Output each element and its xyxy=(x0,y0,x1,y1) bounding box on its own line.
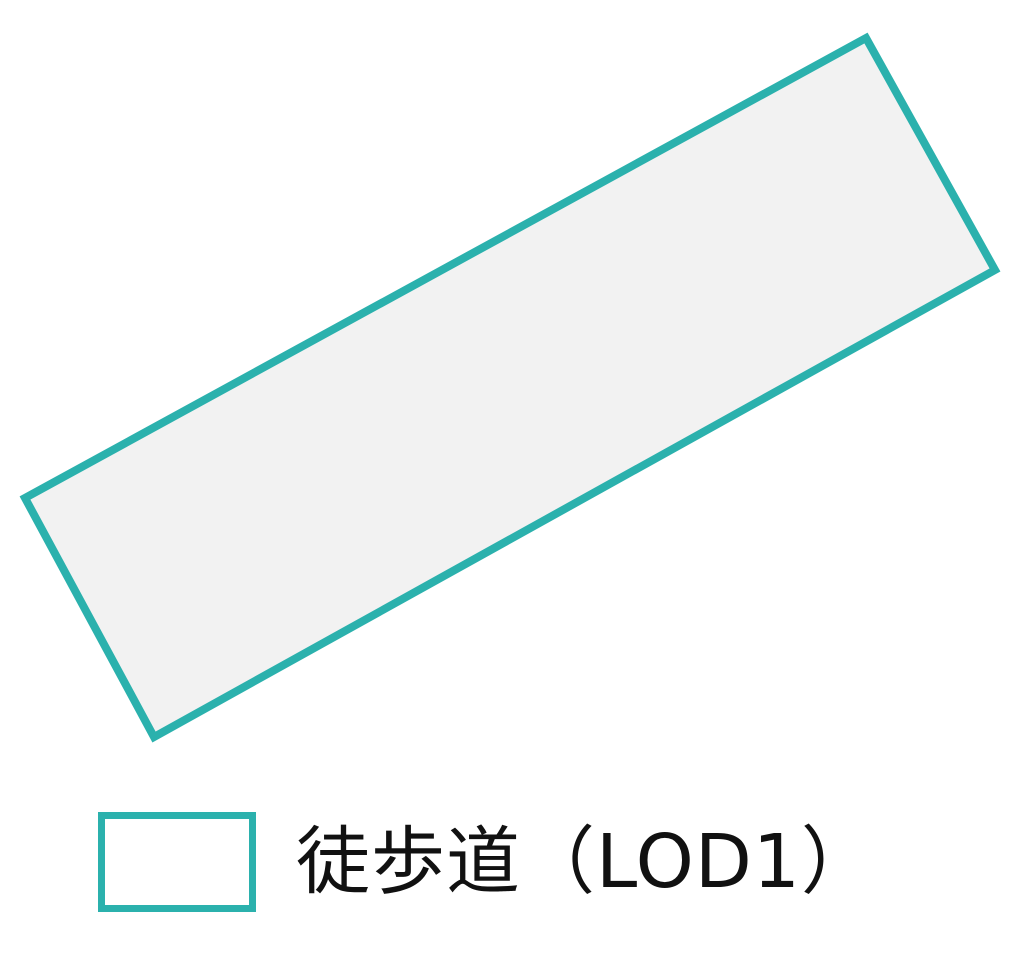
legend-swatch xyxy=(98,812,256,912)
walkway-polygon xyxy=(19,32,1001,743)
legend-label: 徒歩道（LOD1） xyxy=(296,819,876,905)
legend: 徒歩道（LOD1） xyxy=(98,806,876,918)
